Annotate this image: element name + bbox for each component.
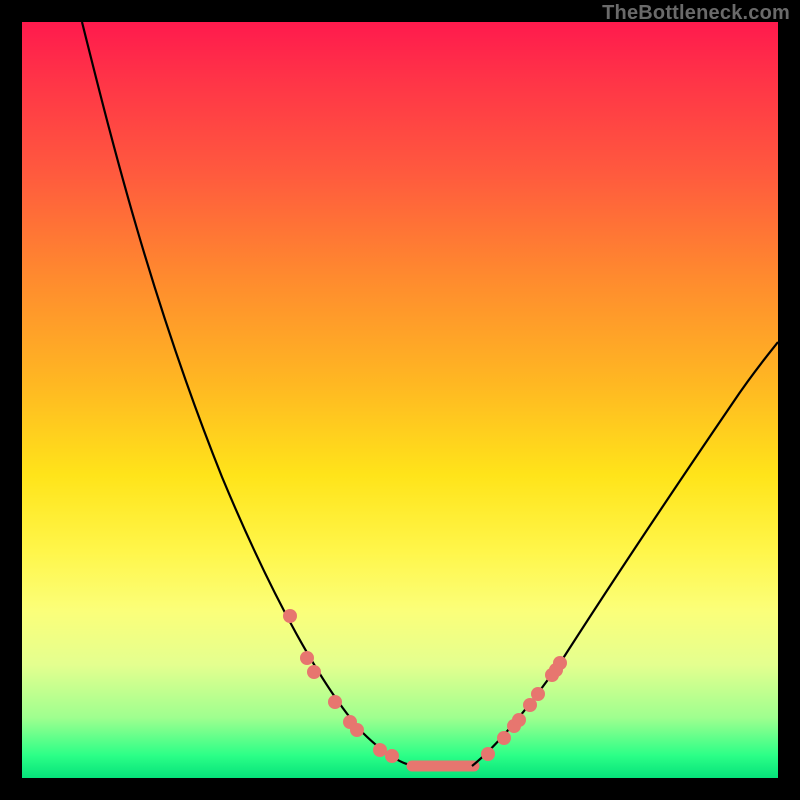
- curve-left: [82, 22, 414, 766]
- dot-left-0: [283, 609, 297, 623]
- chart-area: [22, 22, 778, 778]
- dot-left-7: [385, 749, 399, 763]
- dot-left-5: [350, 723, 364, 737]
- dot-right-3: [512, 713, 526, 727]
- dot-right-5: [531, 687, 545, 701]
- dot-left-1: [300, 651, 314, 665]
- dot-right-8: [553, 656, 567, 670]
- dots-left-group: [283, 609, 399, 763]
- curve-right: [472, 342, 778, 766]
- watermark-text: TheBottleneck.com: [602, 2, 790, 25]
- chart-svg: [22, 22, 778, 778]
- dot-left-6: [373, 743, 387, 757]
- dot-left-3: [328, 695, 342, 709]
- dot-left-2: [307, 665, 321, 679]
- dot-right-1: [497, 731, 511, 745]
- dot-right-0: [481, 747, 495, 761]
